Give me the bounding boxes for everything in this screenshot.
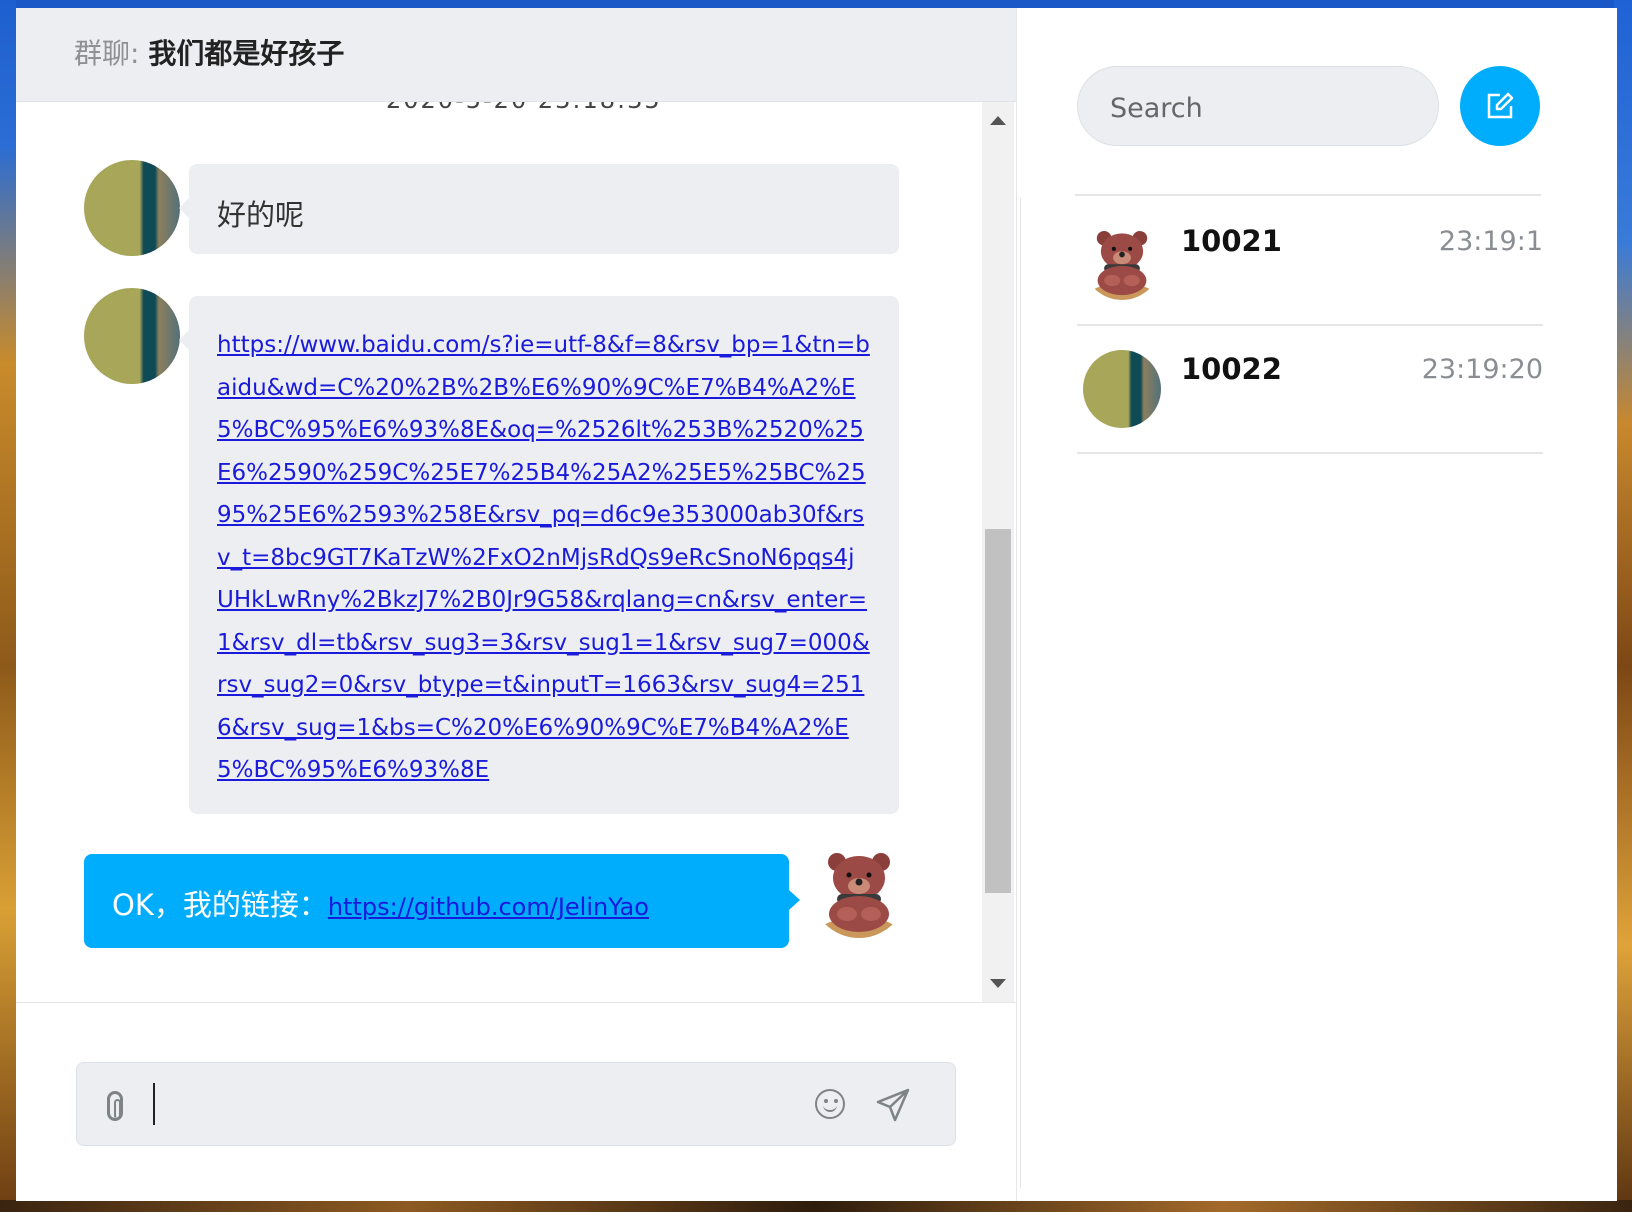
contact-avatar — [1083, 222, 1161, 300]
search-box — [1077, 66, 1439, 146]
message-input[interactable] — [147, 1081, 791, 1129]
contacts-top-divider — [1075, 194, 1541, 196]
panel-border — [1020, 198, 1021, 1188]
contact-time: 23:19:20 — [1421, 354, 1543, 385]
chat-title-label: 群聊: — [74, 37, 140, 70]
message-scrollbar[interactable] — [982, 102, 1014, 1002]
paperclip-icon[interactable] — [107, 1091, 123, 1121]
contacts-panel: 10021 23:19:1 10022 23:19:20 — [1016, 8, 1617, 1201]
contact-name: 10021 — [1181, 224, 1282, 258]
search-input[interactable] — [1108, 85, 1412, 131]
contact-time: 23:19:1 — [1438, 226, 1543, 257]
contact-name: 10022 — [1181, 352, 1282, 386]
own-avatar[interactable] — [811, 842, 907, 938]
chat-pane: 群聊: 我们都是好孩子 2020-5-20 23:18:35 好的呢 https… — [16, 8, 1016, 1201]
chat-title-name: 我们都是好孩子 — [148, 37, 345, 70]
message-text: 好的呢 — [217, 198, 305, 232]
bear-avatar-icon — [1092, 230, 1152, 300]
scroll-thumb[interactable] — [985, 529, 1011, 893]
chat-header: 群聊: 我们都是好孩子 — [16, 8, 1016, 102]
message-input-bar — [76, 1062, 956, 1146]
scroll-down-icon[interactable] — [990, 979, 1006, 988]
scroll-up-icon[interactable] — [990, 116, 1006, 125]
sender-avatar[interactable] — [84, 160, 180, 256]
message-link[interactable]: https://www.baidu.com/s?ie=utf-8&f=8&rsv… — [217, 324, 871, 792]
contact-avatar — [1083, 350, 1161, 428]
compose-icon — [1487, 92, 1514, 119]
bear-avatar-icon — [823, 853, 895, 938]
message-bubble: 好的呢 — [179, 164, 899, 254]
message-text: OK，我的链接： — [112, 888, 328, 922]
desktop-background-top — [0, 0, 1632, 8]
chat-app-window: 群聊: 我们都是好孩子 2020-5-20 23:18:35 好的呢 https… — [16, 8, 1617, 1201]
sender-avatar[interactable] — [84, 288, 180, 384]
input-divider — [16, 1002, 1016, 1003]
send-icon[interactable] — [875, 1087, 911, 1123]
desktop-background-bottom — [0, 1200, 1632, 1212]
chat-title: 群聊: 我们都是好孩子 — [74, 36, 344, 72]
emoji-icon[interactable] — [815, 1089, 845, 1119]
contact-item[interactable]: 10021 23:19:1 — [1077, 198, 1543, 326]
message-list[interactable]: 2020-5-20 23:18:35 好的呢 https://www.baidu… — [16, 102, 982, 1002]
message-bubble: https://www.baidu.com/s?ie=utf-8&f=8&rsv… — [179, 296, 899, 814]
message-link[interactable]: https://github.com/JelinYao — [328, 893, 649, 921]
text-caret — [153, 1083, 155, 1125]
compose-button[interactable] — [1460, 66, 1540, 146]
own-message-bubble: OK，我的链接：https://github.com/JelinYao — [84, 854, 800, 948]
desktop-background-left — [0, 0, 16, 1212]
message-timestamp: 2020-5-20 23:18:35 — [386, 102, 662, 114]
contact-item[interactable]: 10022 23:19:20 — [1077, 326, 1543, 454]
